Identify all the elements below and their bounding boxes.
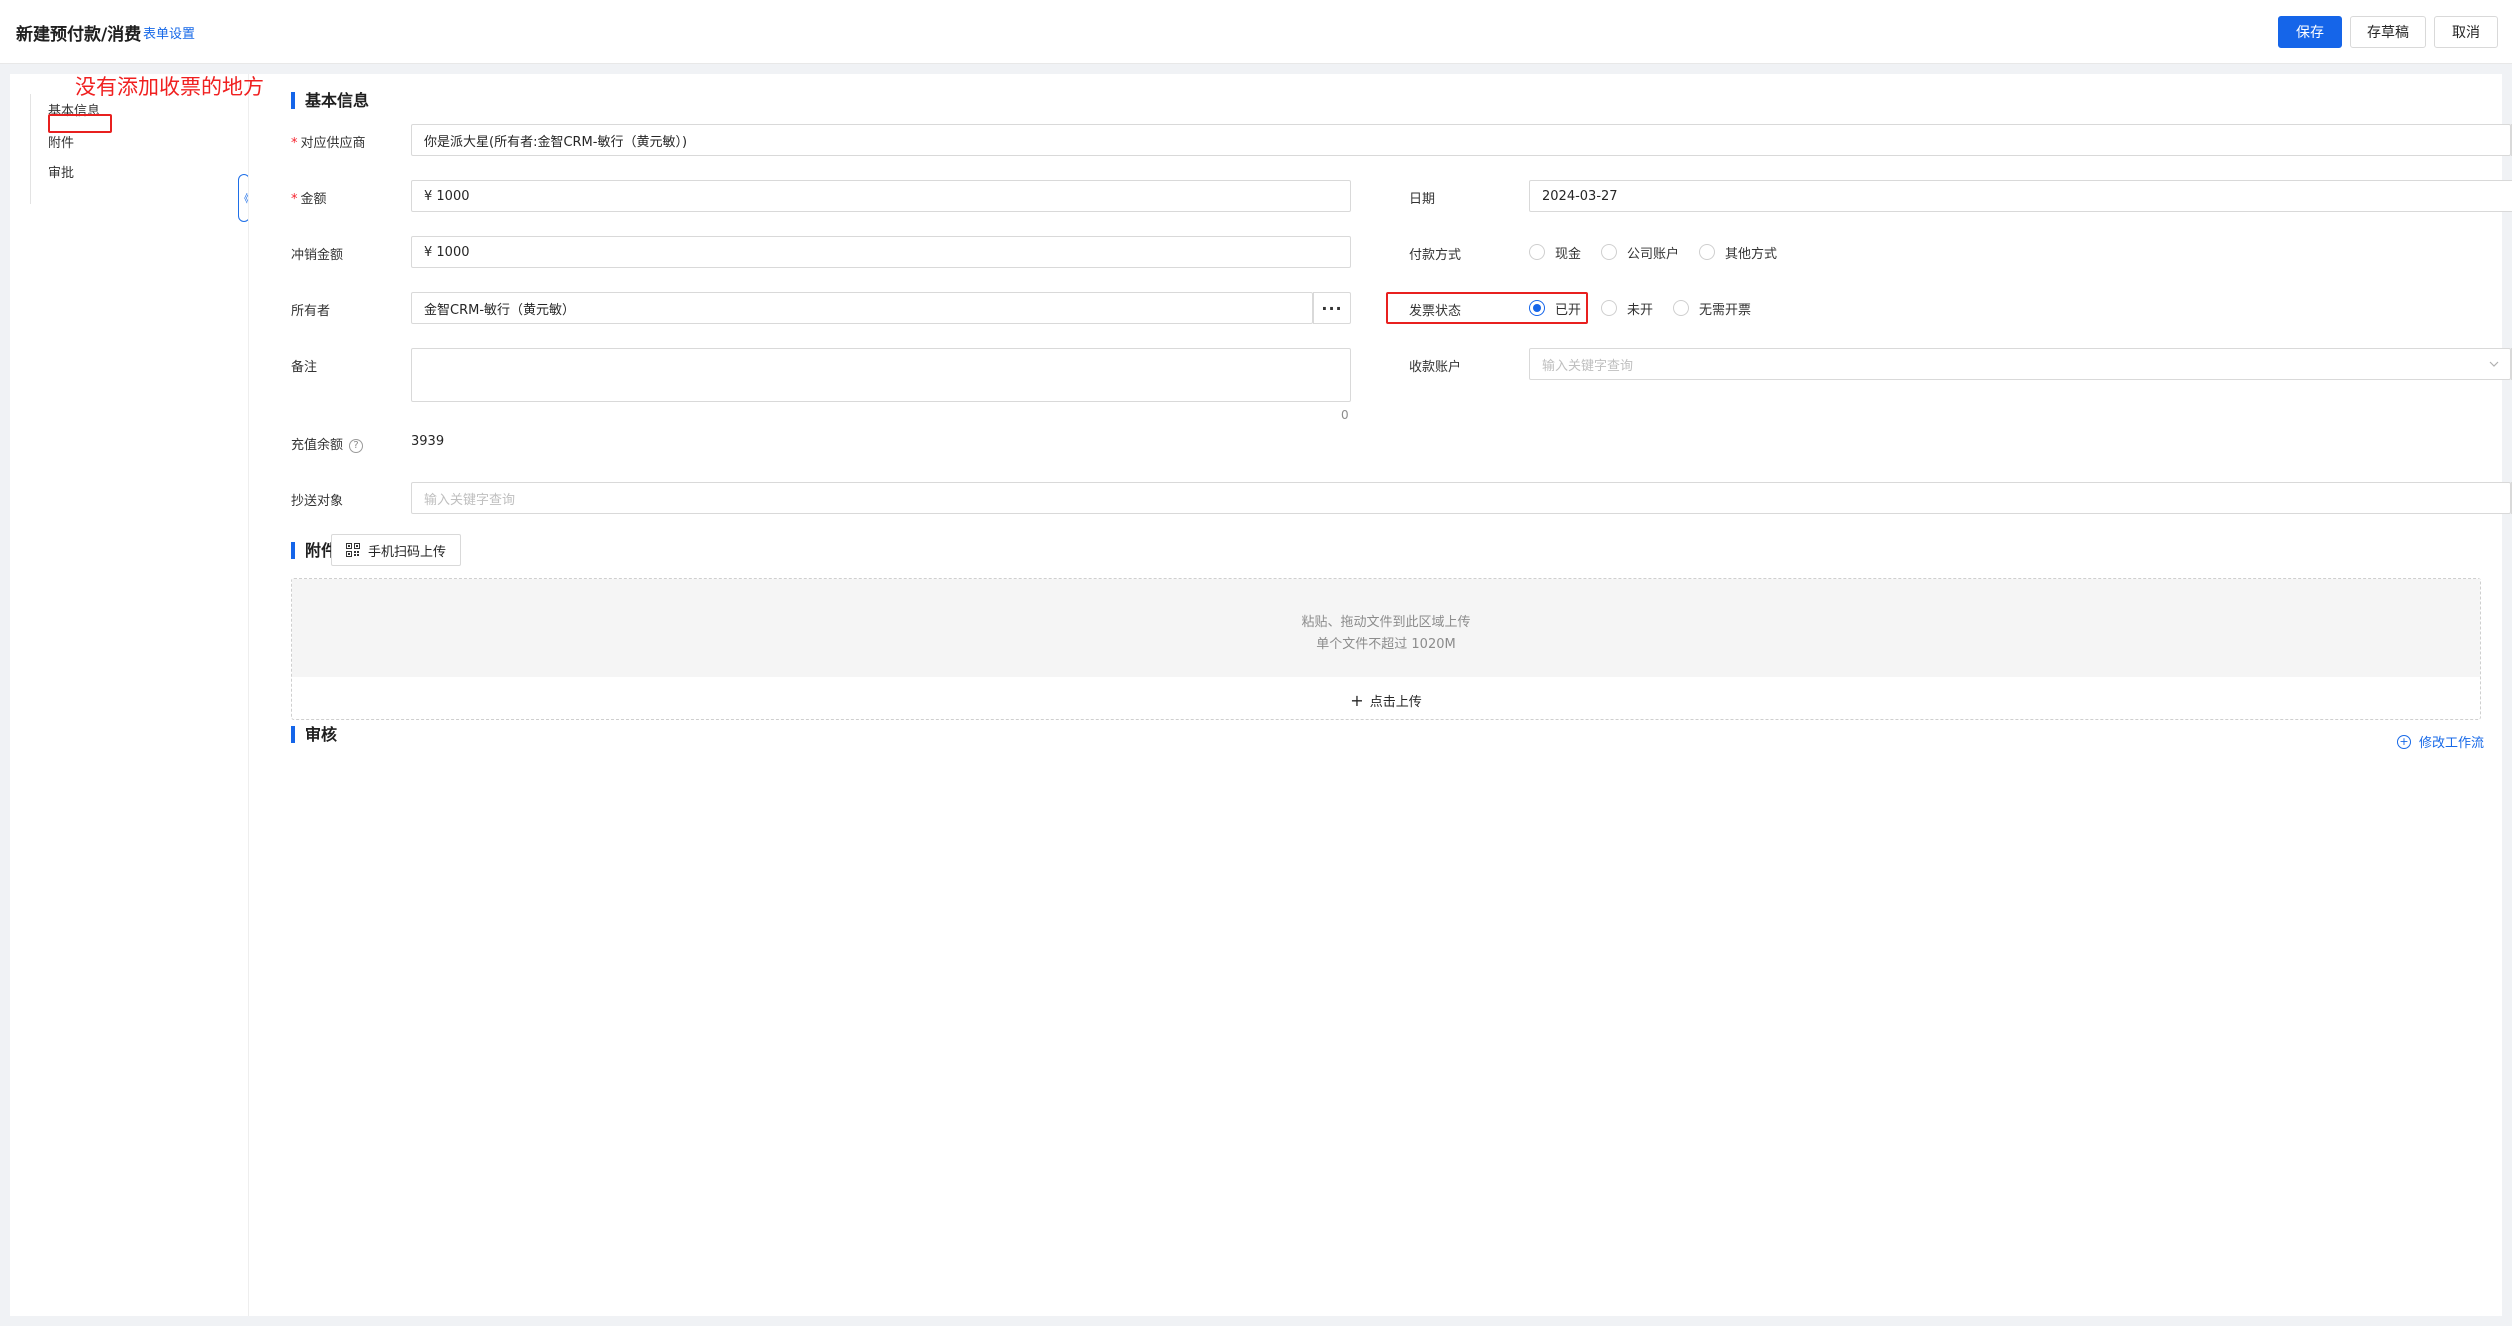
main-panel: 基本信息 附件 审批 《 基本信息 * 对应供应商 你是派大星(所有者:金智CRM… bbox=[10, 74, 2512, 1316]
help-icon[interactable]: ? bbox=[349, 438, 364, 453]
edit-workflow-label: 修改工作流 bbox=[2419, 736, 2485, 751]
balance-label: 充值余额? bbox=[291, 434, 364, 453]
radio-circle-icon bbox=[1529, 244, 1545, 260]
supplier-field[interactable]: 你是派大星(所有者:金智CRM-敏行（黄元敏）) bbox=[411, 124, 2511, 156]
date-field[interactable]: 2024-03-27 bbox=[1529, 180, 2512, 212]
nav-rail bbox=[30, 94, 31, 204]
drop-hint-text: 粘贴、拖动文件到此区域上传 bbox=[1301, 615, 1471, 630]
remark-textarea[interactable] bbox=[411, 348, 1351, 402]
amount-label: * 金额 bbox=[291, 192, 327, 207]
dropzone-hint-area: 粘贴、拖动文件到此区域上传 单个文件不超过 1020M bbox=[292, 579, 2480, 677]
annotation-text: 没有添加收票的地方 bbox=[75, 75, 264, 99]
side-nav-item-approval[interactable]: 审批 bbox=[48, 162, 74, 181]
page-title: 新建预付款/消费 bbox=[16, 25, 142, 45]
offset-amount-label: 冲销金额 bbox=[291, 248, 344, 263]
radio-circle-icon bbox=[1699, 244, 1716, 260]
click-upload-link[interactable]: + 点击上传 bbox=[292, 691, 2480, 710]
receive-account-label: 收款账户 bbox=[1409, 360, 1462, 375]
radio-circle-icon bbox=[1673, 300, 1690, 316]
payment-method-label: 付款方式 bbox=[1409, 248, 1462, 263]
payment-method-option-company[interactable]: 公司账户 bbox=[1601, 243, 1679, 262]
date-value: 2024-03-27 bbox=[1542, 188, 1618, 204]
remark-char-counter: 0 bbox=[1341, 408, 1349, 422]
annotation-box-sidebar bbox=[48, 114, 112, 133]
plus-icon: + bbox=[1350, 691, 1364, 710]
balance-value: 3939 bbox=[411, 434, 445, 449]
top-bar: 新建预付款/消费 表单设置 保存 存草稿 取消 bbox=[0, 0, 2512, 64]
date-label: 日期 bbox=[1409, 192, 1436, 207]
scan-upload-label: 手机扫码上传 bbox=[368, 544, 447, 560]
section-title-review: 审核 bbox=[291, 726, 337, 743]
annotation-box-invoice-status bbox=[1386, 292, 1588, 324]
supplier-label: * 对应供应商 bbox=[291, 136, 366, 151]
receive-account-select[interactable]: 输入关键字查询 bbox=[1529, 348, 2511, 380]
save-button[interactable]: 保存 bbox=[2278, 16, 2342, 48]
form-settings-link[interactable]: 表单设置 bbox=[143, 23, 195, 42]
side-nav: 基本信息 附件 审批 《 bbox=[10, 74, 250, 1316]
cancel-button[interactable]: 取消 bbox=[2434, 16, 2498, 48]
owner-more-button[interactable]: ··· bbox=[1313, 292, 1351, 324]
payment-method-option-other[interactable]: 其他方式 bbox=[1699, 243, 1777, 262]
ellipsis-icon: ··· bbox=[1321, 298, 1343, 318]
radio-circle-icon bbox=[1601, 244, 1618, 260]
invoice-status-option-not-issued[interactable]: 未开 bbox=[1601, 299, 1653, 318]
owner-label: 所有者 bbox=[291, 304, 331, 319]
scan-upload-button[interactable]: 手机扫码上传 bbox=[331, 534, 462, 566]
amount-field[interactable]: ¥ 1000 bbox=[411, 180, 1351, 212]
payment-method-option-cash[interactable]: 现金 bbox=[1529, 243, 1581, 262]
upload-dropzone[interactable]: 粘贴、拖动文件到此区域上传 单个文件不超过 1020M + 点击上传 bbox=[291, 578, 2481, 720]
plus-circle-icon: + bbox=[2397, 734, 2411, 749]
section-title-basic-info: 基本信息 bbox=[291, 92, 369, 109]
side-nav-item-attachments[interactable]: 附件 bbox=[48, 132, 74, 151]
invoice-status-option-not-required[interactable]: 无需开票 bbox=[1673, 299, 1751, 318]
cc-field[interactable]: 输入关键字查询 bbox=[411, 482, 2511, 514]
edit-workflow-link[interactable]: + 修改工作流 bbox=[2397, 732, 2484, 751]
owner-field[interactable]: 金智CRM-敏行（黄元敏） bbox=[411, 292, 1313, 324]
remark-label: 备注 bbox=[291, 360, 318, 375]
save-draft-button[interactable]: 存草稿 bbox=[2350, 16, 2426, 48]
form-content: 基本信息 *对应供应商 你是派大星(所有者:金智CRM-敏行（黄元敏）) ···… bbox=[248, 74, 2512, 1316]
size-limit-text: 单个文件不超过 1020M bbox=[1316, 637, 1456, 652]
radio-circle-icon bbox=[1601, 300, 1618, 316]
qr-code-icon bbox=[346, 543, 360, 557]
chevron-down-icon bbox=[2489, 361, 2499, 367]
offset-amount-field[interactable]: ¥ 1000 bbox=[411, 236, 1351, 268]
cc-label: 抄送对象 bbox=[291, 494, 344, 509]
payment-method-radio-group: 现金 公司账户 其他方式 bbox=[1529, 236, 1797, 268]
